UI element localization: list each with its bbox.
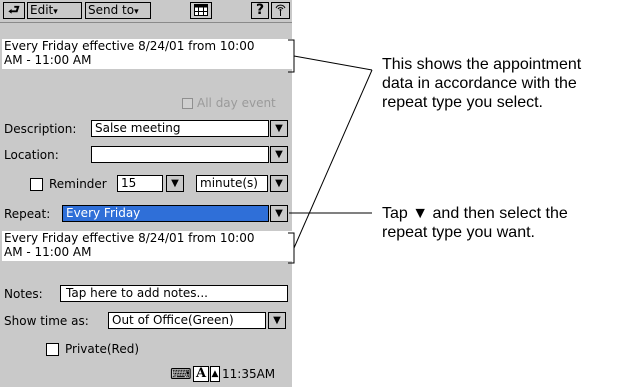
bottom-summary-leader bbox=[293, 69, 373, 249]
top-summary-leader bbox=[293, 55, 373, 71]
top-summary-bracket bbox=[288, 39, 295, 73]
summary-callout-text: This shows the appointment data in accor… bbox=[382, 56, 582, 111]
bottom-summary-bracket bbox=[288, 232, 295, 264]
repeat-callout-text: Tap ▼ and then select the repeat type yo… bbox=[382, 205, 568, 241]
